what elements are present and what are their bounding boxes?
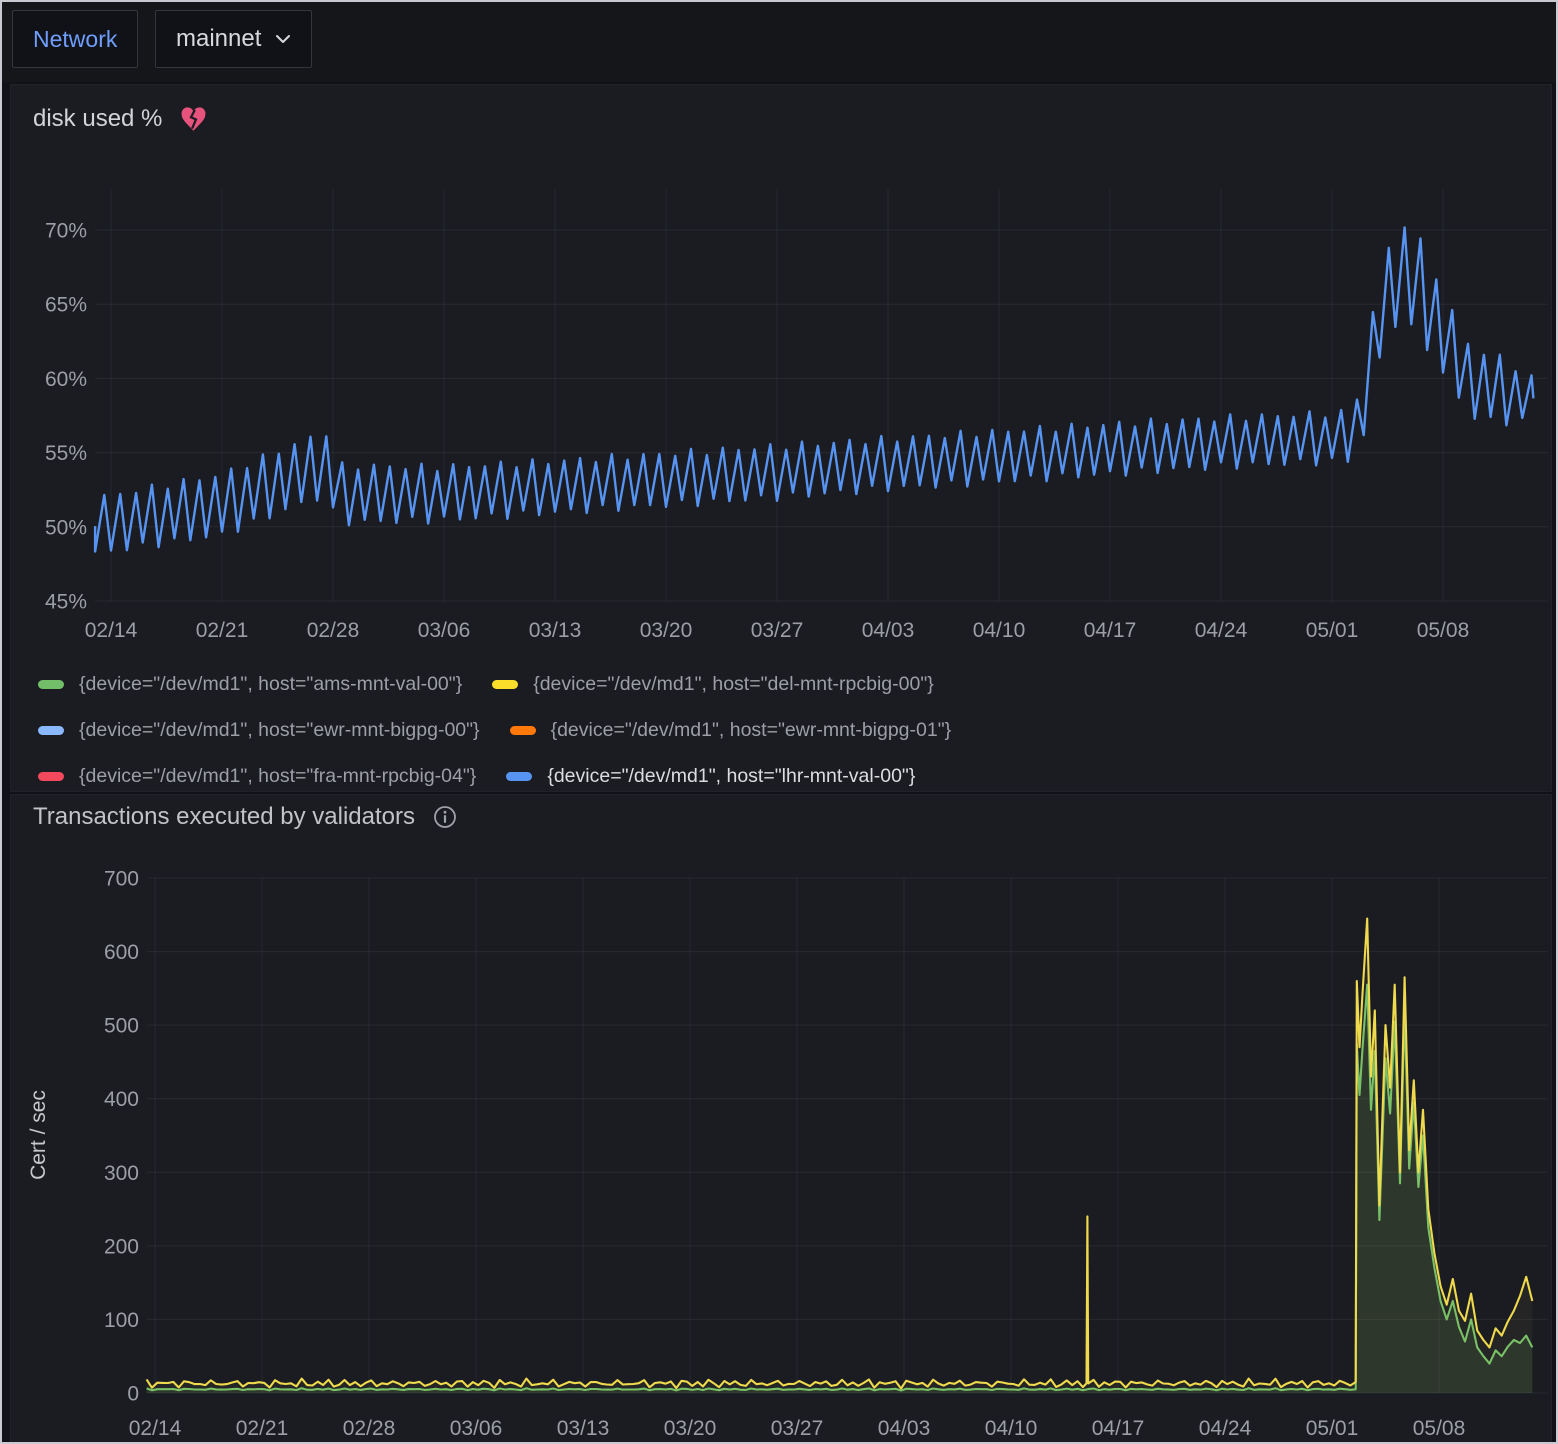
legend-series-label: {device="/dev/md1", host="del-mnt-rpcbig… [533, 673, 934, 696]
y-tick-label: 200 [104, 1235, 139, 1258]
y-tick-label: 55% [45, 442, 87, 465]
x-tick-label: 04/10 [973, 619, 1026, 642]
chevron-down-icon [275, 34, 291, 44]
x-tick-label: 02/14 [85, 619, 138, 642]
y-tick-label: 45% [45, 591, 87, 614]
legend-item[interactable]: {device="/dev/md1", host="lhr-mnt-val-00… [506, 765, 915, 788]
series-fill-ams-mnt-val-00 [147, 985, 1533, 1393]
x-tick-label: 03/27 [771, 1417, 824, 1440]
legend-series-label: {device="/dev/md1", host="ams-mnt-val-00… [79, 673, 462, 696]
x-tick-label: 04/24 [1199, 1417, 1252, 1440]
info-icon[interactable] [433, 805, 457, 829]
grafana-dashboard: Network mainnet disk used % 45% 50% 55% 60%… [0, 0, 1558, 1444]
legend-item[interactable]: {device="/dev/md1", host="ewr-mnt-bigpg-… [38, 719, 480, 742]
legend-row: {device="/dev/md1", host="ams-mnt-val-00… [38, 661, 981, 707]
x-tick-label: 02/21 [196, 619, 249, 642]
x-tick-label: 04/17 [1084, 619, 1137, 642]
transactions-chart[interactable]: 0 100 200 300 400 500 600 700 02/14 02/21 02/28 03/… [11, 795, 1553, 1444]
legend-row: {device="/dev/md1", host="ewr-mnt-bigpg-… [38, 707, 981, 753]
legend-item[interactable]: {device="/dev/md1", host="del-mnt-rpcbig… [492, 673, 934, 696]
x-tick-label: 03/13 [557, 1417, 610, 1440]
x-tick-label: 05/01 [1306, 1417, 1359, 1440]
x-tick-label: 03/06 [418, 619, 471, 642]
panel-transactions: Transactions executed by validators 0 100… [10, 794, 1552, 1444]
series-fill-del-mnt-rpcbig-00 [147, 919, 1533, 1394]
x-tick-label: 04/10 [985, 1417, 1038, 1440]
y-axis-title: Cert / sec [27, 1090, 50, 1180]
y-tick-label: 70% [45, 220, 87, 243]
variable-value-dropdown[interactable]: mainnet [155, 10, 312, 68]
legend-series-swatch [506, 772, 532, 781]
variable-value-text: mainnet [176, 25, 261, 53]
y-tick-label: 400 [104, 1088, 139, 1111]
x-tick-label: 04/03 [878, 1417, 931, 1440]
x-tick-label: 02/14 [129, 1417, 182, 1440]
series-line-lhr-mnt-val-00 [95, 227, 1533, 551]
variable-bar: Network mainnet [2, 2, 1556, 82]
y-tick-label: 50% [45, 516, 87, 539]
legend: {device="/dev/md1", host="ams-mnt-val-00… [38, 661, 981, 799]
x-tick-label: 02/28 [307, 619, 360, 642]
x-tick-label: 03/20 [640, 619, 693, 642]
legend-series-swatch [38, 680, 64, 689]
x-tick-label: 05/01 [1306, 619, 1359, 642]
y-tick-label: 300 [104, 1162, 139, 1185]
series-line-ams-mnt-val-00 [147, 985, 1533, 1391]
variable-label-text: Network [33, 26, 117, 53]
variable-label-network[interactable]: Network [12, 10, 138, 68]
legend-row: {device="/dev/md1", host="fra-mnt-rpcbig… [38, 753, 981, 799]
y-tick-label: 600 [104, 941, 139, 964]
x-tick-label: 02/28 [343, 1417, 396, 1440]
x-tick-label: 04/24 [1195, 619, 1248, 642]
panel-disk-used: disk used % 45% 50% 55% 60% 65% 70% 02/14 02/21… [10, 84, 1552, 792]
x-tick-label: 04/17 [1092, 1417, 1145, 1440]
y-tick-label: 65% [45, 294, 87, 317]
x-tick-label: 04/03 [862, 619, 915, 642]
x-tick-label: 03/13 [529, 619, 582, 642]
y-tick-label: 100 [104, 1309, 139, 1332]
legend-item[interactable]: {device="/dev/md1", host="fra-mnt-rpcbig… [38, 765, 476, 788]
panel-title-text: Transactions executed by validators [33, 803, 415, 831]
legend-series-label: {device="/dev/md1", host="lhr-mnt-val-00… [547, 765, 915, 788]
x-tick-label: 03/27 [751, 619, 804, 642]
legend-series-swatch [492, 680, 518, 689]
legend-series-label: {device="/dev/md1", host="fra-mnt-rpcbig… [79, 765, 476, 788]
legend-item[interactable]: {device="/dev/md1", host="ams-mnt-val-00… [38, 673, 462, 696]
x-tick-label: 03/20 [664, 1417, 717, 1440]
legend-series-swatch [38, 726, 64, 735]
x-tick-label: 03/06 [450, 1417, 503, 1440]
panel-title-text: disk used % [33, 105, 162, 133]
panel-transactions-title[interactable]: Transactions executed by validators [33, 803, 457, 831]
y-tick-label: 0 [127, 1383, 139, 1406]
panel-disk-used-title[interactable]: disk used % [33, 105, 207, 133]
y-tick-label: 500 [104, 1015, 139, 1038]
series-line-del-mnt-rpcbig-00 [147, 919, 1533, 1389]
legend-series-label: {device="/dev/md1", host="ewr-mnt-bigpg-… [79, 719, 480, 742]
legend-series-swatch [510, 726, 536, 735]
legend-item[interactable]: {device="/dev/md1", host="ewr-mnt-bigpg-… [510, 719, 952, 742]
x-tick-label: 05/08 [1417, 619, 1470, 642]
x-tick-label: 02/21 [236, 1417, 289, 1440]
y-tick-label: 60% [45, 368, 87, 391]
broken-heart-icon [180, 107, 207, 132]
x-tick-label: 05/08 [1413, 1417, 1466, 1440]
y-tick-label: 700 [104, 868, 139, 891]
legend-series-label: {device="/dev/md1", host="ewr-mnt-bigpg-… [551, 719, 952, 742]
legend-series-swatch [38, 772, 64, 781]
